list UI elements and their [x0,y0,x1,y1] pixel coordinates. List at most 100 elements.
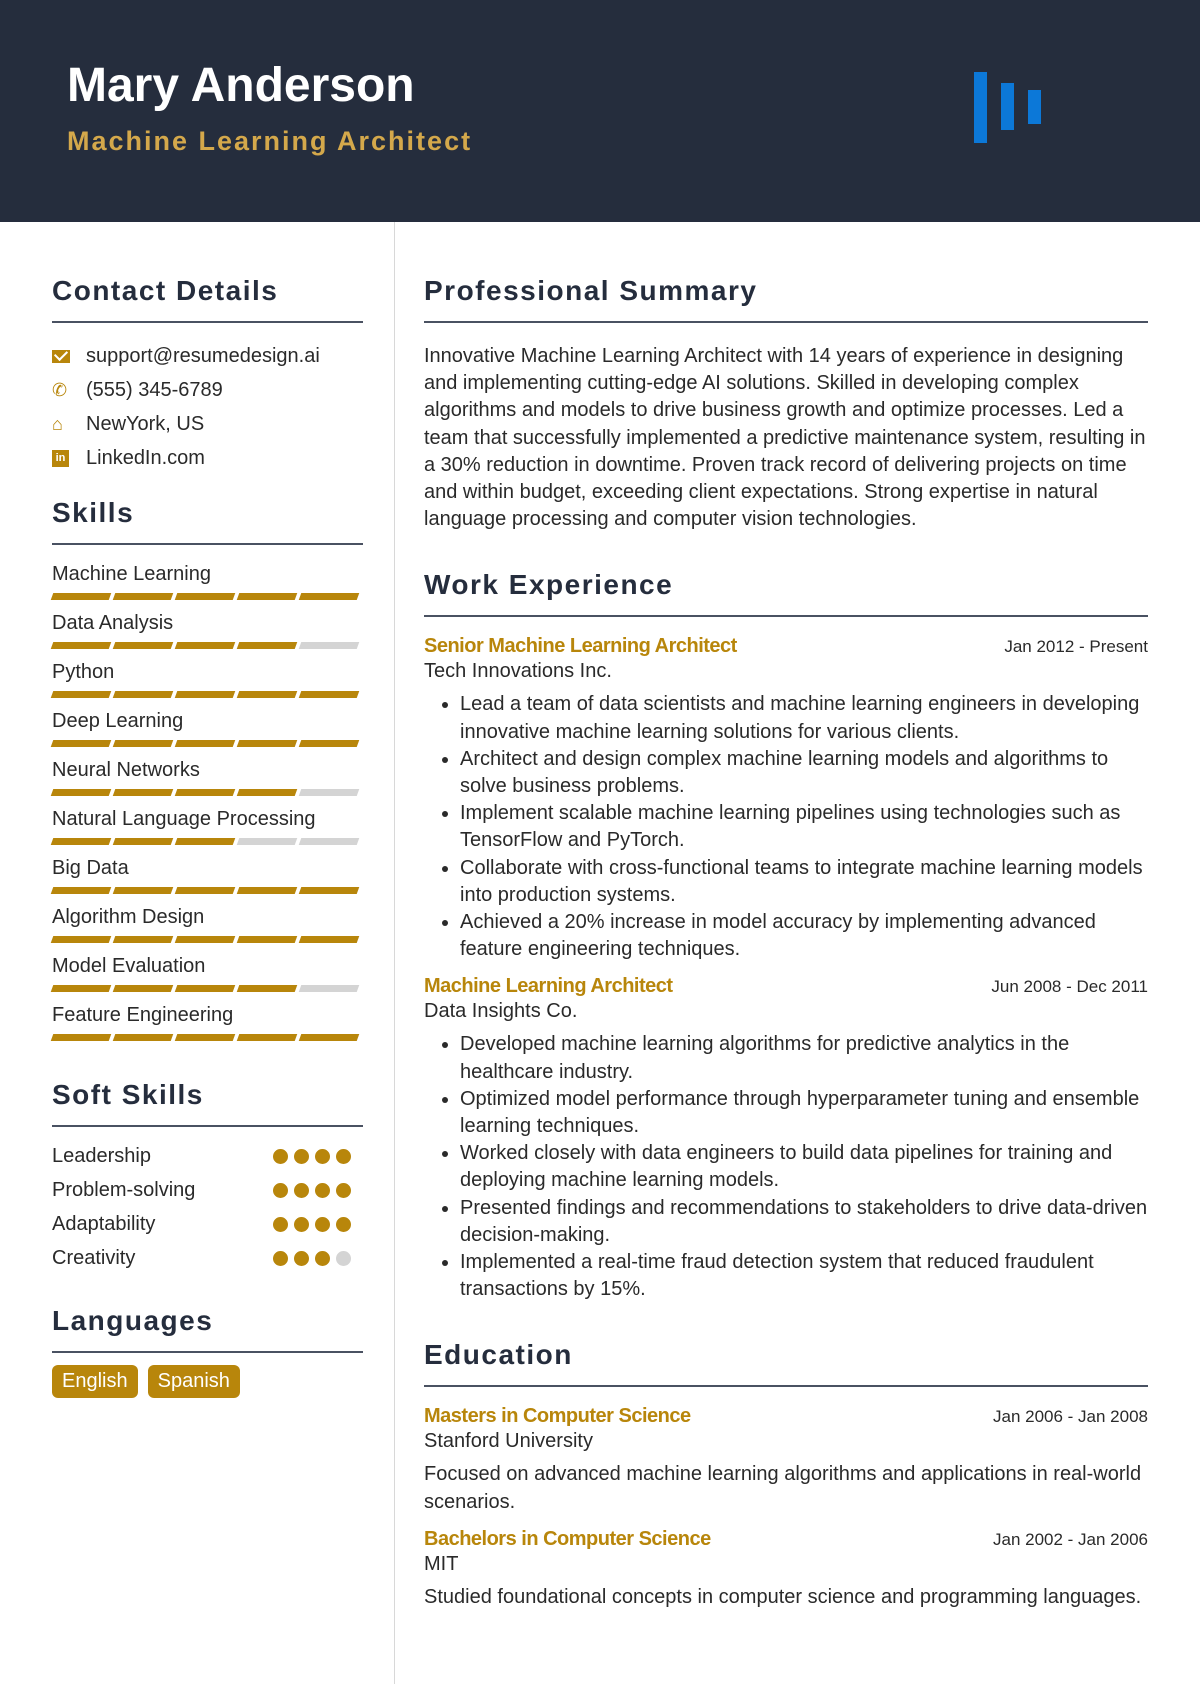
rating-dot [294,1216,309,1232]
rating-segment [236,985,298,992]
rating-dot [315,1148,330,1164]
languages-list: English Spanish [52,1365,363,1398]
logo-bar [1001,83,1014,130]
rating-segment [298,838,360,845]
phone-icon: ✆ [52,379,68,400]
rating-segment [112,936,174,943]
rating-dot [336,1250,351,1266]
rating-segment [236,740,298,747]
skill-item: Natural Language Processing [50,804,363,853]
job-date: Jun 2008 - Dec 2011 [991,977,1148,997]
rating-segment [298,936,360,943]
rating-segment [112,593,174,600]
soft-skill-rating [273,1148,363,1164]
contact-email[interactable]: support@resumedesign.ai [52,339,363,373]
soft-skills-list: Leadership Problem-solving Adaptability Cre… [52,1139,363,1275]
jobs-list: Senior Machine Learning Architect Jan 201… [424,635,1148,1303]
education-entry: Masters in Computer Science Jan 2006 - Ja… [424,1405,1148,1515]
skill-label: Big Data [52,857,129,879]
rating-segment [112,1034,174,1041]
experience-section: Work Experience Senior Machine Learning … [424,569,1148,1303]
rating-segment [112,838,174,845]
soft-skills-section: Soft Skills Leadership Problem-solving Ada… [52,1079,363,1275]
soft-skill-rating [273,1216,363,1232]
job-header: Machine Learning Architect Jun 2008 - Dec… [424,975,1148,998]
education-list: Masters in Computer Science Jan 2006 - Ja… [424,1405,1148,1611]
job-bullet: Worked closely with data engineers to bu… [460,1140,1148,1194]
contact-text: LinkedIn.com [86,446,205,469]
soft-skill-label: Leadership [52,1144,151,1167]
rating-dot [273,1216,288,1232]
skill-label: Algorithm Design [52,906,205,928]
language-badge: English [52,1365,138,1398]
skill-rating-bar [50,687,363,706]
skill-item: Big Data [50,853,363,902]
rating-segment [112,740,174,747]
job-bullet: Implement scalable machine learning pipe… [460,800,1148,854]
contact-location: ⌂ NewYork, US [52,407,363,441]
soft-skill-item: Problem-solving [52,1173,363,1207]
summary-section: Professional Summary Innovative Machine … [424,275,1148,533]
job-bullet: Implemented a real-time fraud detection … [460,1249,1148,1303]
candidate-name: Mary Anderson [67,59,415,112]
home-icon: ⌂ [52,413,63,434]
rating-segment [174,1034,236,1041]
skill-rating-bar [50,883,363,902]
soft-skill-rating [273,1182,363,1198]
contact-linkedin[interactable]: in LinkedIn.com [52,441,363,475]
job-bullet: Developed machine learning algorithms fo… [460,1031,1148,1085]
education-section: Education Masters in Computer Science Jan… [424,1339,1148,1611]
linkedin-icon: in [52,449,86,467]
job-bullets: Developed machine learning algorithms fo… [460,1031,1148,1303]
rating-segment [236,593,298,600]
rating-segment [298,887,360,894]
rating-segment [174,642,236,649]
rating-dot [294,1148,309,1164]
education-description: Studied foundational concepts in compute… [424,1585,1142,1608]
rating-dot [315,1182,330,1198]
rating-segment [50,936,112,943]
rating-segment [50,887,112,894]
skill-rating-bar [50,736,363,755]
envelope-icon [52,349,86,363]
rating-segment [50,691,112,698]
rating-segment [50,1034,112,1041]
rating-dot [336,1182,351,1198]
contact-phone[interactable]: ✆ (555) 345-6789 [52,373,363,407]
rating-dot [273,1250,288,1266]
company-name: Data Insights Co. [424,1000,578,1023]
rating-segment [298,593,360,600]
rating-segment [112,789,174,796]
skill-item: Deep Learning [50,706,363,755]
resume-header: Mary Anderson Machine Learning Architect [0,0,1200,222]
job-title: Senior Machine Learning Architect [424,635,737,658]
skill-rating-bar [50,589,363,608]
skill-rating-bar [50,932,363,951]
section-heading: Work Experience [424,569,1148,618]
rating-segment [50,838,112,845]
job-title: Machine Learning Architect [424,975,673,998]
summary-text: Innovative Machine Learning Architect wi… [424,345,1146,531]
rating-segment [174,985,236,992]
soft-skill-item: Leadership [52,1139,363,1173]
rating-segment [298,1034,360,1041]
job-bullets: Lead a team of data scientists and machi… [460,691,1148,963]
rating-segment [50,593,112,600]
candidate-title: Machine Learning Architect [67,126,473,156]
job-bullet: Optimized model performance through hype… [460,1086,1148,1140]
skill-item: Neural Networks [50,755,363,804]
rating-dot [294,1182,309,1198]
contact-text: support@resumedesign.ai [86,344,320,367]
rating-segment [236,936,298,943]
skill-rating-bar [50,981,363,1000]
education-description: Focused on advanced machine learning alg… [424,1463,1142,1513]
skill-rating-bar [50,834,363,853]
skills-list: Machine Learning Data Analysis Python Deep … [50,559,363,1049]
school-name: Stanford University [424,1430,593,1453]
rating-segment [298,740,360,747]
education-date: Jan 2002 - Jan 2006 [992,1529,1148,1549]
section-heading: Languages [52,1305,363,1353]
job-header: Senior Machine Learning Architect Jan 201… [424,635,1148,658]
rating-segment [174,887,236,894]
contact-text: NewYork, US [86,412,205,435]
